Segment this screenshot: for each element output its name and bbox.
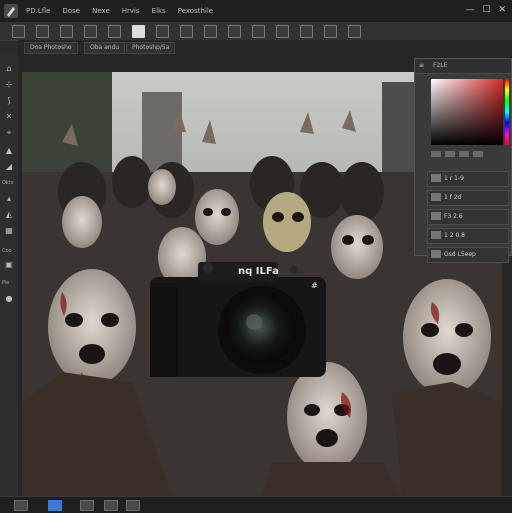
minimize-icon[interactable]: — <box>465 5 474 15</box>
layer-name: 1 r 1-9 <box>444 175 464 182</box>
layer-name: F3 2.6 <box>444 213 463 220</box>
layer-row[interactable]: F3 2.6 <box>427 209 509 225</box>
tool-option-12-icon[interactable] <box>276 25 289 38</box>
layer-thumbnail <box>431 193 441 201</box>
layer-row[interactable]: 1 2 0.8 <box>427 228 509 244</box>
status-icon-2[interactable] <box>48 500 62 511</box>
tool-option-14-icon[interactable] <box>324 25 337 38</box>
lasso-tool-icon[interactable]: ⟆ <box>4 96 14 106</box>
layer-thumbnail <box>431 250 441 258</box>
type-tool-icon[interactable]: ◭ <box>4 210 14 220</box>
status-icon-5[interactable] <box>126 500 140 511</box>
eraser-tool-icon[interactable]: ◢ <box>4 162 14 172</box>
layer-row[interactable]: 1 r 1-9 <box>427 171 509 187</box>
layer-thumbnail <box>431 174 441 182</box>
menu-item-2[interactable]: Dose <box>62 7 80 15</box>
tools-panel: ⌂ ⊹ ⟆ ✕ ⌖ ▲ ◢ Oktx ▴ ◭ ▦ Coo ▣ Pie ● <box>0 54 19 496</box>
color-layers-panel: ≡ F2LE 1 r 1-9 1 f 2d F3 2.6 1 2 0.8 Gsd… <box>414 58 512 263</box>
maximize-icon[interactable]: ☐ <box>482 5 490 15</box>
tool-label-3: Pie <box>2 280 10 286</box>
tool-option-13-icon[interactable] <box>300 25 313 38</box>
options-tools <box>12 25 361 38</box>
layer-row[interactable]: 1 f 2d <box>427 190 509 206</box>
tool-option-3-icon[interactable] <box>60 25 73 38</box>
status-icon-4[interactable] <box>104 500 118 511</box>
pen-tool-icon[interactable]: ▴ <box>4 194 14 204</box>
camera-brand-text: nq ILFa <box>238 266 279 277</box>
layer-thumbnail <box>431 212 441 220</box>
swatch-1[interactable] <box>431 151 441 157</box>
layer-name: 1 2 0.8 <box>444 232 465 239</box>
crop-tool-icon[interactable]: ✕ <box>4 112 14 122</box>
layer-row[interactable]: Gsd L5eep <box>427 247 509 263</box>
shape-tool-icon[interactable]: ▦ <box>4 226 14 236</box>
layers-list: 1 r 1-9 1 f 2d F3 2.6 1 2 0.8 Gsd L5eep <box>427 171 509 266</box>
tool-option-10-icon[interactable] <box>228 25 241 38</box>
menu-item-3[interactable]: Nexe <box>92 7 110 15</box>
panel-header: ≡ F2LE <box>415 59 511 74</box>
move-tool-icon[interactable]: ⌂ <box>4 64 14 74</box>
camera-brand-right: # <box>311 281 318 290</box>
status-bar <box>0 496 512 513</box>
panel-title: F2LE <box>433 62 448 69</box>
tool-option-5-icon[interactable] <box>108 25 121 38</box>
swatch-4[interactable] <box>473 151 483 157</box>
hand-tool-icon[interactable]: ▣ <box>4 260 14 270</box>
eyedropper-tool-icon[interactable]: ⌖ <box>4 128 14 138</box>
menu-item-6[interactable]: Pexosthile <box>178 7 213 15</box>
tab-doc-3[interactable]: Photoshp/5a <box>126 42 176 54</box>
tool-label-2: Coo <box>2 248 12 254</box>
tab-doc-2[interactable]: Oba andu <box>84 42 126 54</box>
marquee-tool-icon[interactable]: ⊹ <box>4 80 14 90</box>
menu-item-4[interactable]: Hrvis <box>122 7 140 15</box>
tool-option-8-icon[interactable] <box>180 25 193 38</box>
color-picker-field[interactable] <box>431 79 503 145</box>
tab-doc-1[interactable]: Doa Photosho <box>24 42 78 54</box>
hue-slider[interactable] <box>505 79 509 145</box>
close-icon[interactable]: ✕ <box>498 5 506 15</box>
status-icon-3[interactable] <box>80 500 94 511</box>
app-icon[interactable] <box>4 4 18 18</box>
brush-tool-icon[interactable]: ▲ <box>4 146 14 156</box>
tool-option-6-icon[interactable] <box>132 25 145 38</box>
tool-option-9-icon[interactable] <box>204 25 217 38</box>
panel-menu-icon[interactable]: ≡ <box>419 62 424 69</box>
window-controls: — ☐ ✕ <box>465 5 506 15</box>
tool-option-1-icon[interactable] <box>12 25 25 38</box>
layer-name: Gsd L5eep <box>444 251 476 258</box>
menu-items: PD.Lfle Dose Nexe Hrvis Elks Pexosthile <box>26 0 213 22</box>
swatch-3[interactable] <box>459 151 469 157</box>
menu-bar: PD.Lfle Dose Nexe Hrvis Elks Pexosthile — ☐ ✕ <box>0 0 512 23</box>
layer-name: 1 f 2d <box>444 194 462 201</box>
tool-option-11-icon[interactable] <box>252 25 265 38</box>
tool-label-1: Oktx <box>2 180 14 186</box>
tool-option-2-icon[interactable] <box>36 25 49 38</box>
tool-option-4-icon[interactable] <box>84 25 97 38</box>
zoom-tool-icon[interactable]: ● <box>4 294 14 304</box>
menu-item-1[interactable]: PD.Lfle <box>26 7 50 15</box>
layer-thumbnail <box>431 231 441 239</box>
options-bar <box>0 22 512 41</box>
tool-option-15-icon[interactable] <box>348 25 361 38</box>
document-tabs: Doa Photosho Oba andu Photoshp/5a <box>18 40 512 55</box>
status-icon-1[interactable] <box>14 500 28 511</box>
tool-option-7-icon[interactable] <box>156 25 169 38</box>
menu-item-5[interactable]: Elks <box>152 7 166 15</box>
swatch-2[interactable] <box>445 151 455 157</box>
swatch-row <box>431 151 483 157</box>
